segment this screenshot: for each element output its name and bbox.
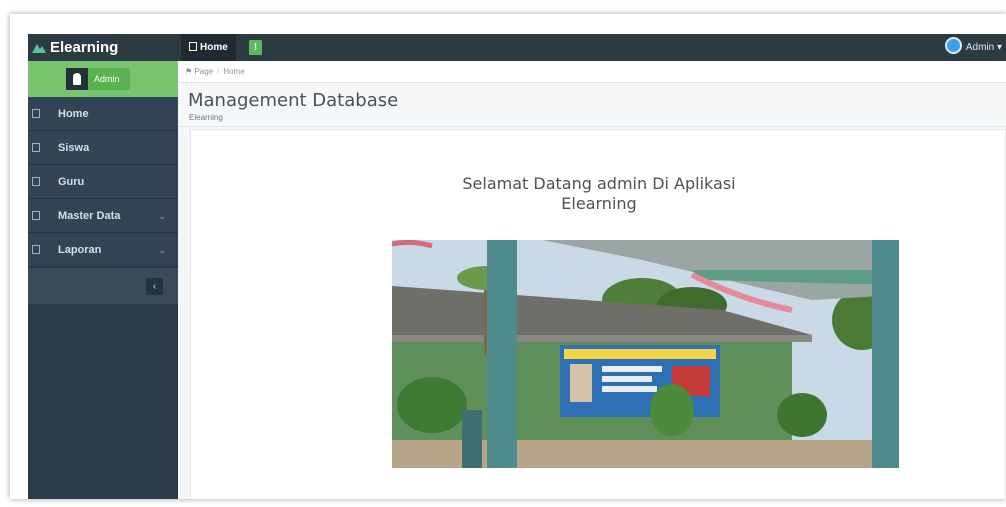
chevron-down-icon: ⌄ [158, 245, 166, 255]
chevron-down-icon: ⌄ [158, 211, 166, 221]
edit-icon [32, 143, 40, 152]
user-name: Admin [94, 74, 120, 84]
breadcrumb-separator: / [217, 67, 220, 76]
nav-home-tab[interactable]: Home [181, 34, 236, 61]
brand-mountain-icon [32, 44, 46, 53]
sidebar-item-home[interactable]: Home [28, 97, 178, 131]
page-subtitle: Elearning [189, 113, 223, 122]
user-menu-label: Admin ▾ [965, 42, 1002, 53]
sidebar-item-laporan[interactable]: Laporan ⌄ [28, 233, 178, 267]
notification-badge[interactable]: ! [249, 40, 262, 55]
edit-icon [32, 177, 40, 186]
edit-icon [32, 211, 40, 220]
welcome-message: Selamat Datang admin Di Aplikasi Elearni… [191, 174, 1006, 214]
page-header: Management Database Elearning [178, 83, 1006, 127]
brand-name: Elearning [50, 39, 119, 56]
home-icon [32, 109, 40, 118]
sidebar-item-siswa[interactable]: Siswa [28, 131, 178, 165]
user-icon [66, 68, 88, 90]
file-icon [189, 42, 197, 51]
sidebar-item-label: Siswa [58, 142, 90, 154]
breadcrumb-current: Home [223, 67, 245, 76]
main-content: ⚑ Page / Home Management Database Elearnin… [178, 61, 1006, 499]
home-icon: ⚑ [185, 67, 193, 76]
school-photo-image [392, 240, 899, 468]
nav-home-label: Home [200, 42, 228, 53]
sidebar-collapse-bar: ‹ [28, 268, 178, 304]
top-navbar: Elearning Home ! Admin ▾ [28, 34, 1006, 61]
collapse-sidebar-button[interactable]: ‹ [146, 278, 163, 295]
sidebar-item-label: Master Data [58, 210, 121, 222]
welcome-line-2: Elearning [561, 194, 637, 213]
sidebar-item-label: Home [58, 108, 89, 120]
screenshot-frame: Elearning Home ! Admin ▾ Admin Home Sisw… [10, 14, 1006, 499]
welcome-line-1: Selamat Datang admin Di Aplikasi [462, 174, 736, 193]
user-panel: Admin [28, 61, 178, 97]
app-window: Elearning Home ! Admin ▾ Admin Home Sisw… [28, 34, 1006, 499]
sidebar-item-guru[interactable]: Guru [28, 165, 178, 199]
user-avatar-icon [944, 37, 962, 54]
user-menu[interactable]: Admin ▾ [944, 34, 1002, 61]
sidebar-item-label: Laporan [58, 244, 102, 256]
sidebar-item-master-data[interactable]: Master Data ⌄ [28, 199, 178, 233]
breadcrumb: ⚑ Page / Home [178, 61, 1006, 83]
user-chip[interactable]: Admin [66, 68, 130, 90]
brand-logo[interactable]: Elearning [28, 34, 178, 61]
sidebar: Admin Home Siswa Guru Master Data ⌄ Lapo… [28, 61, 178, 499]
welcome-panel: Selamat Datang admin Di Aplikasi Elearni… [190, 129, 1006, 499]
breadcrumb-root[interactable]: Page [194, 67, 213, 76]
school-photo [392, 240, 899, 468]
sidebar-item-label: Guru [58, 176, 85, 188]
calendar-icon [32, 245, 40, 254]
page-title: Management Database [188, 90, 399, 111]
